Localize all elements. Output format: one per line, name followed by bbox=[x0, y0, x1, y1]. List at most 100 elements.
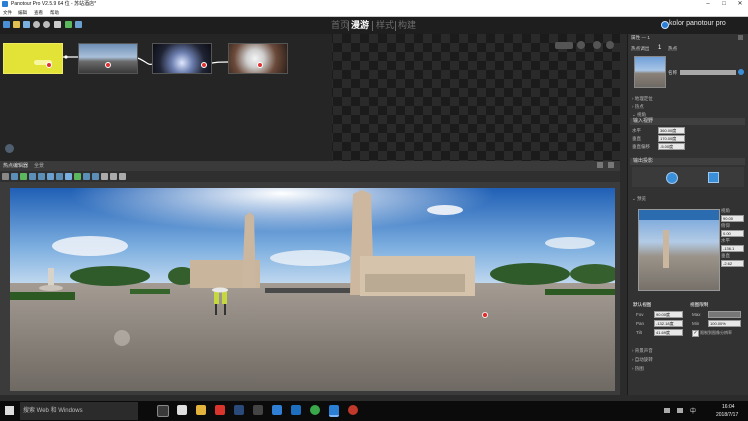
ime-indicator[interactable]: 中 bbox=[690, 406, 696, 415]
float-icon[interactable] bbox=[738, 35, 743, 40]
text-hotspot-icon[interactable] bbox=[83, 173, 90, 180]
preview-image[interactable] bbox=[638, 209, 720, 291]
menu-edit[interactable]: 编辑 bbox=[18, 9, 27, 16]
polygon-tool-icon[interactable] bbox=[20, 173, 27, 180]
tab-build[interactable]: 构建 bbox=[398, 19, 416, 32]
add-panorama-icon[interactable] bbox=[65, 21, 72, 28]
app-blue-icon[interactable] bbox=[291, 405, 301, 415]
input-offset-label: 垂直偏移 bbox=[632, 144, 650, 149]
grid-icon[interactable] bbox=[101, 173, 108, 180]
undo-icon[interactable] bbox=[33, 21, 40, 28]
maximize-button[interactable]: □ bbox=[716, 0, 732, 9]
menu-file[interactable]: 文件 bbox=[3, 9, 12, 16]
hotspot-marker[interactable] bbox=[46, 62, 52, 68]
input-offset-field[interactable]: -5.00度 bbox=[658, 143, 685, 150]
gear-icon[interactable] bbox=[54, 21, 61, 28]
settings-icon[interactable] bbox=[606, 41, 614, 49]
preview-tilt-field[interactable]: 0.00 bbox=[721, 230, 744, 237]
info-icon[interactable] bbox=[738, 69, 744, 75]
pan-field[interactable]: -132.18度 bbox=[654, 320, 683, 327]
tilt-field[interactable]: 41.69度 bbox=[654, 329, 683, 336]
tour-node-3[interactable] bbox=[152, 43, 212, 74]
url-hotspot-icon[interactable] bbox=[65, 173, 72, 180]
section-geo[interactable]: › 地理定位 bbox=[632, 96, 653, 102]
section-autorotate[interactable]: › 自动旋转 bbox=[632, 357, 653, 363]
store-icon[interactable] bbox=[177, 405, 187, 415]
steam-icon[interactable] bbox=[234, 405, 244, 415]
section-sound[interactable]: › 背景声音 bbox=[632, 348, 653, 354]
app-red-icon[interactable] bbox=[215, 405, 225, 415]
tour-node-2[interactable] bbox=[78, 43, 138, 74]
video-hotspot-icon[interactable] bbox=[56, 173, 63, 180]
float-icon[interactable] bbox=[597, 162, 603, 168]
hotspot-count: 1 bbox=[658, 45, 662, 51]
taskbar-search[interactable]: 搜索 Web 和 Windows bbox=[20, 402, 138, 420]
limit-checkbox[interactable]: ✓ bbox=[692, 330, 699, 337]
help-icon[interactable] bbox=[593, 41, 601, 49]
panotour-taskbar-icon[interactable] bbox=[329, 405, 339, 417]
max-field[interactable] bbox=[708, 311, 741, 318]
map-center-icon[interactable] bbox=[577, 41, 585, 49]
tab-home[interactable]: 首页 bbox=[331, 19, 349, 32]
open-project-icon[interactable] bbox=[13, 21, 20, 28]
image-hotspot-icon[interactable] bbox=[47, 173, 54, 180]
tab-style[interactable]: 样式 bbox=[376, 19, 394, 32]
preview-v-field[interactable]: -2.62 bbox=[721, 260, 744, 267]
close-button[interactable]: ✕ bbox=[732, 0, 748, 9]
sound-hotspot-icon[interactable] bbox=[74, 173, 81, 180]
panorama-viewer[interactable] bbox=[0, 182, 620, 395]
tab-hotspot-editor[interactable]: 热点编辑器 bbox=[3, 162, 28, 169]
pano-thumbnail[interactable] bbox=[634, 56, 666, 88]
preview-fov-field[interactable]: 90.00 bbox=[721, 215, 744, 222]
section-heatmap[interactable]: › 热图 bbox=[632, 366, 644, 372]
menu-help[interactable]: 帮助 bbox=[50, 9, 59, 16]
link-hotspot-icon[interactable] bbox=[92, 173, 99, 180]
task-view-icon[interactable] bbox=[157, 405, 169, 417]
panel-header: 属性 — 1 bbox=[631, 35, 650, 40]
list-icon[interactable] bbox=[110, 173, 117, 180]
fov-field[interactable]: 90.00度 bbox=[654, 311, 683, 318]
zoom-in-icon[interactable] bbox=[29, 173, 36, 180]
input-v-field[interactable]: 170.00度 bbox=[658, 135, 685, 142]
section-hotspot[interactable]: › 热点 bbox=[632, 104, 644, 110]
file-explorer-icon[interactable] bbox=[196, 405, 206, 415]
tab-tour[interactable]: 漫游 bbox=[351, 19, 369, 32]
redo-icon[interactable] bbox=[43, 21, 50, 28]
app-dark-icon[interactable] bbox=[253, 405, 263, 415]
tour-map-area[interactable]: 1 bbox=[0, 34, 620, 161]
close-panel-icon[interactable] bbox=[608, 162, 614, 168]
tour-node-1[interactable]: 1 bbox=[3, 43, 63, 74]
folder-icon[interactable] bbox=[75, 21, 82, 28]
app-circle-icon[interactable] bbox=[348, 405, 358, 415]
windows-start-icon[interactable] bbox=[5, 406, 14, 415]
map-toggle[interactable] bbox=[555, 42, 573, 49]
menu-view[interactable]: 查看 bbox=[34, 9, 43, 16]
point-tool-icon[interactable] bbox=[11, 173, 18, 180]
sphere-projection-icon[interactable] bbox=[666, 172, 678, 184]
new-project-icon[interactable] bbox=[3, 21, 10, 28]
hotspot-marker[interactable] bbox=[201, 62, 207, 68]
clock-time[interactable]: 16:04 bbox=[722, 404, 735, 410]
cube-projection-icon[interactable] bbox=[708, 172, 719, 183]
min-field[interactable]: 100.00% bbox=[708, 320, 741, 327]
select-tool-icon[interactable] bbox=[2, 173, 9, 180]
save-icon[interactable] bbox=[23, 21, 30, 28]
minimize-button[interactable]: – bbox=[700, 0, 716, 9]
clock-date[interactable]: 2018/7/17 bbox=[716, 412, 738, 418]
map-nav-icon[interactable] bbox=[5, 144, 14, 153]
layout-icon[interactable] bbox=[119, 173, 126, 180]
preview-h-field[interactable]: -136.1 bbox=[721, 245, 744, 252]
network-icon[interactable] bbox=[664, 408, 670, 413]
edge-icon[interactable] bbox=[272, 405, 282, 415]
app-green-icon[interactable] bbox=[310, 405, 320, 415]
panorama-image[interactable] bbox=[10, 188, 615, 391]
input-h-field[interactable]: 360.00度 bbox=[658, 127, 685, 134]
tour-node-4[interactable] bbox=[228, 43, 288, 74]
name-input[interactable] bbox=[680, 70, 736, 75]
hotspot-marker[interactable] bbox=[257, 62, 263, 68]
zoom-out-icon[interactable] bbox=[38, 173, 45, 180]
hotspot-marker[interactable] bbox=[105, 62, 111, 68]
volume-icon[interactable] bbox=[677, 408, 683, 413]
section-preview[interactable]: ⌄ 预览 bbox=[632, 196, 646, 202]
tab-panorama[interactable]: 全景 bbox=[34, 162, 44, 169]
